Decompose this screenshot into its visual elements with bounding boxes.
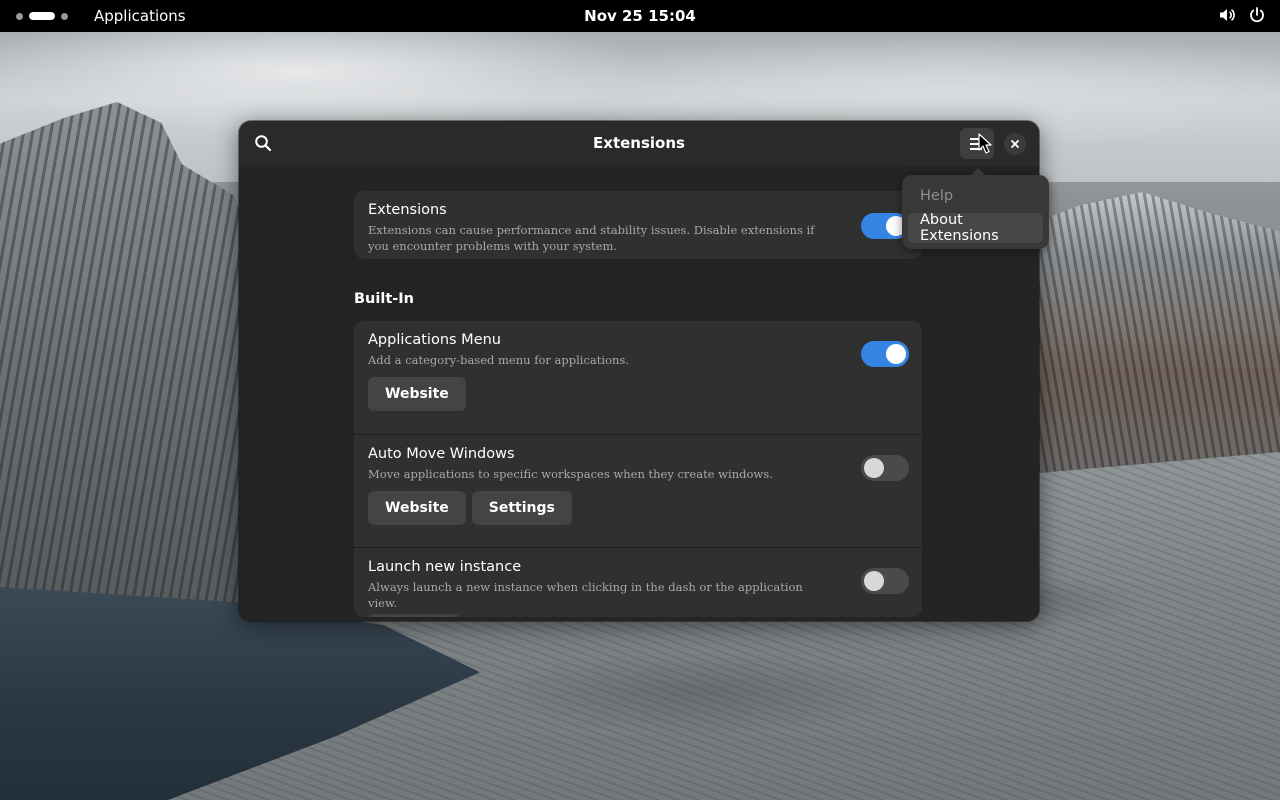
extension-buttons: Website Settings xyxy=(368,491,908,525)
website-button[interactable]: Website xyxy=(368,377,466,411)
settings-button[interactable]: Settings xyxy=(471,491,572,525)
header-bar: Extensions xyxy=(239,121,1039,167)
extension-title: Applications Menu xyxy=(368,332,501,348)
launch-new-instance-toggle[interactable] xyxy=(861,568,909,594)
extensions-main-switch-row: Extensions Extensions can cause performa… xyxy=(354,191,922,259)
website-button-partial[interactable] xyxy=(368,614,460,617)
main-menu-popover: Help About Extensions xyxy=(902,168,1049,249)
toggle-knob xyxy=(886,344,906,364)
row-description: Extensions can cause performance and sta… xyxy=(368,223,815,253)
top-bar: Applications Nov 25 15:04 xyxy=(0,0,1280,32)
toggle-knob xyxy=(864,458,884,478)
extensions-main-switch-card: Extensions Extensions can cause performa… xyxy=(354,191,922,259)
menu-item-about-extensions[interactable]: About Extensions xyxy=(908,212,1043,244)
extension-title: Auto Move Windows xyxy=(368,446,515,462)
section-heading-built-in: Built-In xyxy=(354,291,414,307)
applications-menu-toggle[interactable] xyxy=(861,341,909,367)
built-in-extensions-list: Applications Menu Add a category-based m… xyxy=(354,321,922,617)
close-button[interactable] xyxy=(1004,133,1026,155)
extension-buttons: Website xyxy=(368,377,908,411)
extensions-content: Extensions Extensions can cause performa… xyxy=(354,191,922,617)
window-title: Extensions xyxy=(593,134,685,152)
row-title: Extensions xyxy=(368,202,447,218)
menu-item-help[interactable]: Help xyxy=(908,181,1043,211)
website-button[interactable]: Website xyxy=(368,491,466,525)
auto-move-windows-toggle[interactable] xyxy=(861,455,909,481)
system-tray[interactable] xyxy=(1218,6,1266,24)
mouse-cursor-icon xyxy=(978,133,992,154)
popover-arrow xyxy=(970,168,986,176)
clock[interactable]: Nov 25 15:04 xyxy=(0,7,1280,25)
extension-description: Add a category-based menu for applicatio… xyxy=(368,353,629,367)
power-icon[interactable] xyxy=(1248,6,1266,24)
volume-icon[interactable] xyxy=(1218,6,1236,24)
extension-description: Always launch a new instance when clicki… xyxy=(368,580,803,610)
close-icon xyxy=(1011,140,1019,148)
extension-row-launch-new-instance: Launch new instance Always launch a new … xyxy=(354,547,922,617)
extension-row-auto-move-windows: Auto Move Windows Move applications to s… xyxy=(354,434,922,547)
extension-description: Move applications to specific workspaces… xyxy=(368,467,773,481)
toggle-knob xyxy=(864,571,884,591)
extension-title: Launch new instance xyxy=(368,559,522,575)
extension-row-applications-menu: Applications Menu Add a category-based m… xyxy=(354,321,922,434)
